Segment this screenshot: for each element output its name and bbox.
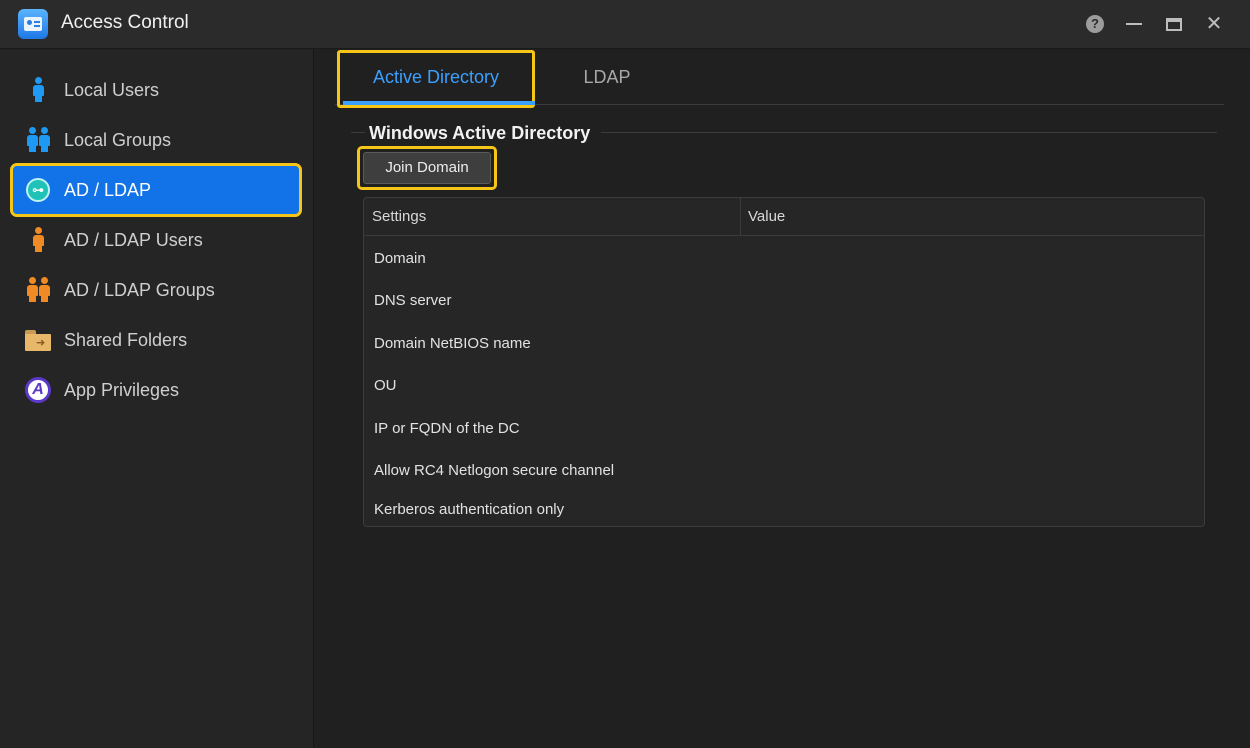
- section-divider: [351, 132, 365, 133]
- sidebar-item-label: Local Groups: [64, 130, 172, 150]
- sidebar-item-label: AD / LDAP: [64, 180, 152, 200]
- user-icon: [25, 227, 51, 253]
- tab-active-directory[interactable]: Active Directory: [337, 50, 535, 108]
- sidebar-item-label: Shared Folders: [64, 330, 188, 350]
- help-icon[interactable]: ?: [1085, 14, 1105, 34]
- sidebar-item-label: App Privileges: [64, 380, 180, 400]
- window-title: Access Control: [61, 12, 189, 33]
- group-icon: [25, 127, 51, 153]
- sidebar-item-label: Local Users: [64, 80, 160, 100]
- sidebar: Local Users Local Groups ⊶ AD / LDAP AD …: [0, 50, 314, 748]
- tab-ldap[interactable]: LDAP: [567, 50, 647, 105]
- section-title: Windows Active Directory: [369, 123, 591, 143]
- table-row: OU: [374, 377, 397, 394]
- section-divider: [601, 132, 1217, 133]
- close-icon[interactable]: ✕: [1204, 14, 1224, 34]
- minimize-icon[interactable]: [1124, 14, 1144, 34]
- maximize-icon[interactable]: [1164, 14, 1184, 34]
- main-panel: Active Directory LDAP Windows Active Dir…: [315, 50, 1250, 748]
- column-header-settings[interactable]: Settings: [372, 208, 426, 225]
- sidebar-item-shared-folders[interactable]: ➜ Shared Folders: [13, 316, 299, 364]
- sidebar-item-label: AD / LDAP Groups: [64, 280, 215, 300]
- tab-label: Active Directory: [372, 67, 500, 87]
- sidebar-item-ad-ldap-users[interactable]: AD / LDAP Users: [13, 216, 299, 264]
- title-bar: Access Control ? ✕: [0, 0, 1250, 49]
- join-domain-button[interactable]: Join Domain: [363, 152, 491, 184]
- column-header-value[interactable]: Value: [748, 208, 785, 225]
- folder-icon: ➜: [25, 327, 51, 353]
- sidebar-item-local-users[interactable]: Local Users: [13, 66, 299, 114]
- app-privileges-icon: A: [25, 377, 51, 403]
- join-domain-highlight: Join Domain: [357, 146, 497, 190]
- group-icon: [25, 277, 51, 303]
- settings-table: Settings Value Domain DNS server Domain …: [363, 197, 1205, 527]
- active-tab-indicator: [343, 101, 535, 105]
- table-row: Kerberos authentication only: [374, 501, 565, 518]
- sidebar-item-app-privileges[interactable]: A App Privileges: [13, 366, 299, 414]
- access-control-app-icon: [18, 9, 48, 39]
- user-icon: [25, 77, 51, 103]
- column-resize-handle[interactable]: [740, 198, 741, 236]
- sidebar-item-local-groups[interactable]: Local Groups: [13, 116, 299, 164]
- table-row: Domain NetBIOS name: [374, 335, 531, 352]
- tab-bar: Active Directory LDAP: [335, 50, 1224, 108]
- table-row: Domain: [374, 250, 426, 267]
- tab-label: LDAP: [583, 67, 631, 87]
- table-row: IP or FQDN of the DC: [374, 420, 520, 437]
- sidebar-item-label: AD / LDAP Users: [64, 230, 203, 250]
- table-row: Allow RC4 Netlogon secure channel: [374, 462, 615, 479]
- sidebar-item-ad-ldap-groups[interactable]: AD / LDAP Groups: [13, 266, 299, 314]
- table-row: DNS server: [374, 292, 452, 309]
- key-icon: ⊶: [25, 177, 51, 203]
- table-header: Settings Value: [364, 198, 1204, 236]
- sidebar-item-ad-ldap[interactable]: ⊶ AD / LDAP: [10, 163, 302, 217]
